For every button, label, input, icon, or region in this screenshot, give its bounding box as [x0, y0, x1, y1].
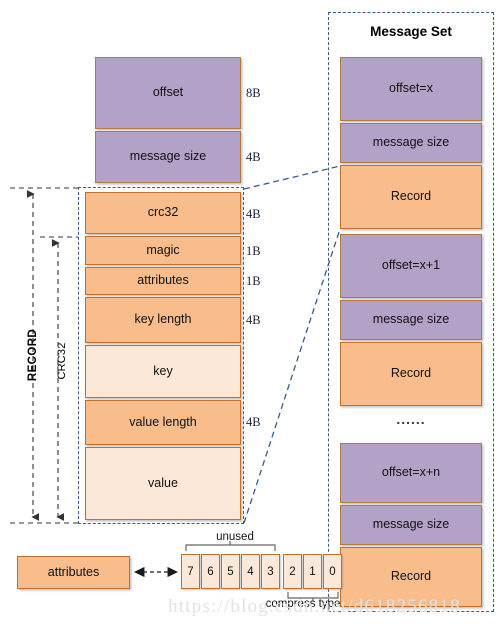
msgset-record-0: Record	[340, 165, 482, 229]
span-label-crc32: CRC32	[56, 342, 68, 380]
size-label-attributes: 1B	[246, 274, 261, 288]
msgset-message-size-2: message size	[340, 505, 482, 545]
field-label: magic	[146, 242, 180, 257]
field-box-offset: offset	[95, 57, 241, 129]
bit-cell-4: 4	[241, 554, 260, 589]
msgset-offset-2: offset=x+n	[340, 443, 482, 503]
size-label-message-size: 4B	[246, 150, 261, 164]
msgset-message-size-label: message size	[372, 312, 450, 327]
bit-label: 6	[207, 565, 214, 578]
msgset-offset-1: offset=x+1	[340, 234, 482, 298]
field-box-value: value	[85, 447, 241, 520]
message-set-ellipsis: ......	[396, 411, 426, 427]
msgset-record-label: Record	[390, 189, 432, 204]
field-box-attributes: attributes	[85, 267, 241, 295]
bit-cell-2: 2	[283, 554, 302, 589]
bit-cell-6: 6	[201, 554, 220, 589]
field-label: key	[153, 363, 173, 378]
msgset-record-1: Record	[340, 342, 482, 406]
msgset-message-size-1: message size	[340, 300, 482, 340]
size-label-offset: 8B	[246, 86, 261, 100]
field-box-crc32: crc32	[85, 192, 241, 234]
msgset-message-size-label: message size	[372, 135, 450, 150]
field-label: offset	[152, 85, 184, 100]
span-label-record: RECORD	[27, 328, 39, 382]
field-box-key-length: key length	[85, 297, 241, 343]
msgset-message-size-0: message size	[340, 123, 482, 163]
msgset-offset-label: offset=x+n	[381, 465, 441, 480]
bit-cell-5: 5	[221, 554, 240, 589]
attributes-detail-box: attributes	[17, 556, 130, 589]
field-label: key length	[134, 312, 192, 327]
size-label-key-length: 4B	[246, 313, 261, 327]
bit-label: 0	[329, 565, 336, 578]
bit-cell-3: 3	[261, 554, 280, 589]
field-box-message-size: message size	[95, 131, 241, 183]
field-label: value length	[129, 414, 197, 429]
bit-label: 5	[227, 565, 234, 578]
msgset-offset-label: offset=x	[389, 81, 433, 96]
message-set-title: Message Set	[370, 24, 452, 39]
bit-label: 2	[289, 565, 296, 578]
size-label-magic: 1B	[246, 244, 261, 258]
msgset-record-label: Record	[390, 366, 432, 381]
bit-label: 7	[187, 565, 194, 578]
field-box-magic: magic	[85, 236, 241, 265]
watermark: https://blog.csdn.net/d618256818	[168, 596, 461, 617]
bit-label: 3	[267, 565, 274, 578]
field-label: attributes	[137, 273, 189, 288]
size-label-value-length: 4B	[246, 415, 261, 429]
msgset-offset-label: offset=x+1	[381, 258, 441, 273]
bit-cell-7: 7	[181, 554, 200, 589]
unused-bracket-label: unused	[216, 531, 254, 543]
attributes-detail-label: attributes	[47, 564, 100, 579]
diagram-canvas: offset 8B message size 4B crc32 4B magic…	[0, 0, 502, 626]
field-label: message size	[129, 149, 207, 164]
field-box-key: key	[85, 345, 241, 398]
size-label-crc32: 4B	[246, 207, 261, 221]
field-label: crc32	[147, 205, 179, 220]
bit-label: 4	[247, 565, 254, 578]
msgset-offset-0: offset=x	[340, 57, 482, 121]
bit-cell-0: 0	[323, 554, 342, 589]
msgset-record-label: Record	[390, 569, 432, 584]
bit-cell-1: 1	[303, 554, 322, 589]
bit-label: 1	[309, 565, 316, 578]
field-label: value	[148, 475, 178, 490]
field-box-value-length: value length	[85, 400, 241, 445]
msgset-message-size-label: message size	[372, 517, 450, 532]
